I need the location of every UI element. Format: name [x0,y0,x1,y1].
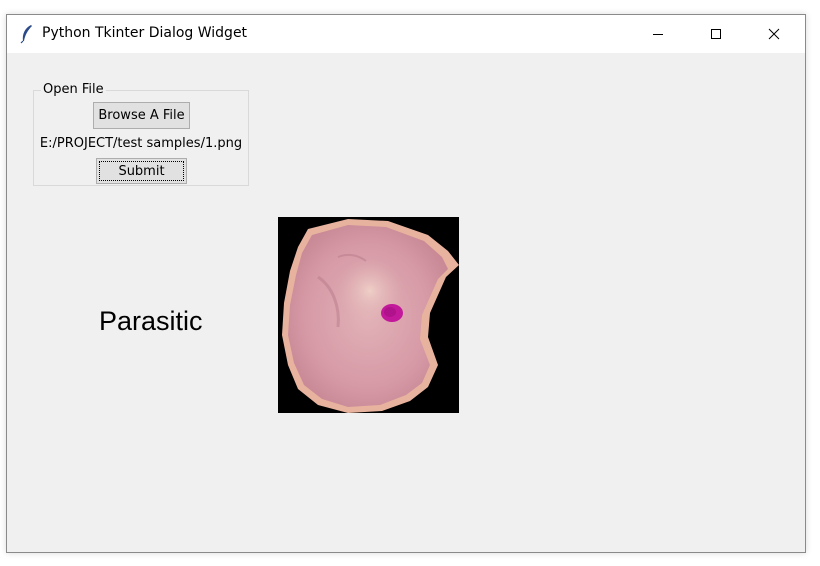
maximize-button[interactable] [687,15,745,53]
submit-button[interactable]: Submit [96,158,187,184]
feather-icon [20,25,32,44]
open-file-frame-label: Open File [41,82,106,98]
title-bar[interactable]: Python Tkinter Dialog Widget [7,15,805,53]
prediction-label: Parasitic [99,306,203,336]
maximize-icon [711,29,721,39]
minimize-icon [653,34,663,35]
cell-drawing [282,219,459,413]
client-area: Open File Browse A File E:/PROJECT/test … [7,53,805,552]
open-file-frame: Open File Browse A File E:/PROJECT/test … [33,82,249,186]
app-window: Python Tkinter Dialog Widget Open File B… [6,14,806,553]
blood-cell-image [278,217,459,413]
window-title: Python Tkinter Dialog Widget [42,25,248,41]
minimize-button[interactable] [629,15,687,53]
close-button[interactable] [745,15,803,53]
selected-file-path: E:/PROJECT/test samples/1.png [39,136,243,151]
close-icon [768,28,780,40]
browse-file-button[interactable]: Browse A File [93,102,190,129]
